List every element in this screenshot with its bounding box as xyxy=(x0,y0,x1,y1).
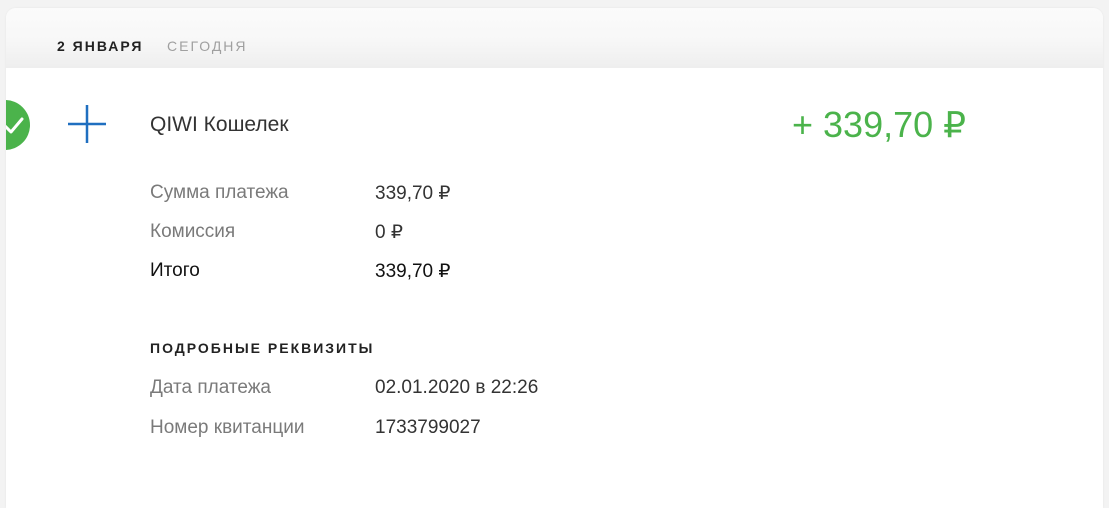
receipt-number-value: 1733799027 xyxy=(375,417,481,438)
plus-icon xyxy=(67,104,107,144)
payment-sum-value: 339,70 ₽ xyxy=(375,183,451,204)
date-label: 2 ЯНВАРЯ xyxy=(57,38,144,54)
check-icon xyxy=(6,100,30,150)
commission-label: Комиссия xyxy=(150,221,236,242)
payment-date-label: Дата платежа xyxy=(150,377,271,398)
payment-date-value: 02.01.2020 в 22:26 xyxy=(375,377,539,398)
relative-date-label: СЕГОДНЯ xyxy=(167,38,248,54)
transaction-card: 2 ЯНВАРЯ СЕГОДНЯ QIWI Кошелек + 339,70 ₽… xyxy=(6,8,1103,508)
commission-value: 0 ₽ xyxy=(375,222,403,243)
total-value: 339,70 ₽ xyxy=(375,261,451,282)
receipt-number-label: Номер квитанции xyxy=(150,417,305,438)
transaction-amount: + 339,70 ₽ xyxy=(792,104,967,145)
details-section-title: ПОДРОБНЫЕ РЕКВИЗИТЫ xyxy=(150,340,375,356)
payment-sum-label: Сумма платежа xyxy=(150,182,289,203)
total-label: Итого xyxy=(150,260,200,281)
provider-name: QIWI Кошелек xyxy=(150,113,289,136)
date-header: 2 ЯНВАРЯ СЕГОДНЯ xyxy=(6,8,1103,68)
